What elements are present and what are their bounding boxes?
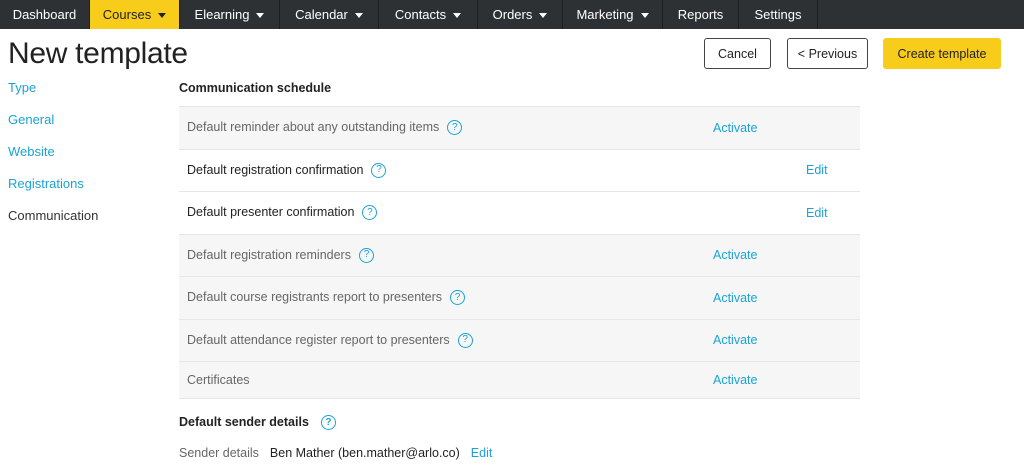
question-circle-icon[interactable]: ? xyxy=(320,415,336,431)
question-circle-icon[interactable]: ? xyxy=(457,332,473,348)
page-title: New template xyxy=(8,37,188,70)
row-label-wrapper: Certificates xyxy=(187,373,250,387)
caret-down-icon xyxy=(256,12,265,18)
previous-button[interactable]: < Previous xyxy=(787,38,868,69)
nav-item-label: Courses xyxy=(102,7,152,22)
nav-item-calendar[interactable]: Calendar xyxy=(280,0,379,29)
schedule-row: Default registration confirmation? Edit xyxy=(179,148,860,192)
sender-edit-link[interactable]: Edit xyxy=(471,446,493,460)
question-circle-icon[interactable]: ? xyxy=(449,290,465,306)
schedule-row-label: Default presenter confirmation xyxy=(187,205,355,220)
caret-down-icon xyxy=(158,12,167,18)
nav-item-label: Contacts xyxy=(394,7,447,22)
nav-item-label: Reports xyxy=(677,7,724,22)
sender-heading: Default sender details? xyxy=(179,415,336,431)
caret-down-icon xyxy=(453,12,462,18)
schedule-row-label: Default reminder about any outstanding i… xyxy=(187,120,440,135)
nav-item-label: Settings xyxy=(754,7,802,22)
nav-item-label: Dashboard xyxy=(12,7,77,22)
schedule-row-label: Certificates xyxy=(187,373,250,387)
nav-item-elearning[interactable]: Elearning xyxy=(180,0,280,29)
activate-link[interactable]: Activate xyxy=(713,121,757,135)
nav-item-courses[interactable]: Courses xyxy=(90,0,180,29)
nav-item-label: Calendar xyxy=(295,7,348,22)
activate-link[interactable]: Activate xyxy=(713,373,757,387)
schedule-row: Certificates Activate xyxy=(179,361,860,399)
caret-down-icon xyxy=(354,12,363,18)
schedule-row-label: Default course registrants report to pre… xyxy=(187,290,442,305)
nav-item-settings[interactable]: Settings xyxy=(739,0,818,29)
sidebar-item-type[interactable]: Type xyxy=(8,80,36,95)
edit-link[interactable]: Edit xyxy=(806,163,828,177)
row-label-wrapper: Default presenter confirmation? xyxy=(187,205,378,221)
sender-details: Sender details Ben Mather (ben.mather@ar… xyxy=(179,446,492,460)
nav-filler xyxy=(818,0,1024,29)
sidebar-item-website[interactable]: Website xyxy=(8,144,55,159)
question-circle-icon[interactable]: ? xyxy=(362,205,378,221)
sender-heading-label: Default sender details xyxy=(179,415,309,429)
nav-item-reports[interactable]: Reports xyxy=(663,0,739,29)
schedule-row-label: Default attendance register report to pr… xyxy=(187,332,450,347)
communication-schedule-table: Default reminder about any outstanding i… xyxy=(179,106,860,399)
edit-link[interactable]: Edit xyxy=(806,206,828,220)
nav-item-label: Orders xyxy=(492,7,533,22)
nav-item-marketing[interactable]: Marketing xyxy=(563,0,663,29)
row-label-wrapper: Default registration confirmation? xyxy=(187,162,387,178)
nav-item-orders[interactable]: Orders xyxy=(478,0,563,29)
question-circle-icon[interactable]: ? xyxy=(358,247,374,263)
schedule-row-label: Default registration reminders xyxy=(187,247,351,262)
sidebar-item-communication: Communication xyxy=(8,208,99,223)
nav-item-label: Elearning xyxy=(194,7,250,22)
question-circle-icon[interactable]: ? xyxy=(371,162,387,178)
sender-details-label: Sender details xyxy=(179,446,259,460)
caret-down-icon xyxy=(539,12,548,18)
top-nav: Dashboard Courses Elearning Calendar Con… xyxy=(0,0,1024,29)
sidebar-item-registrations[interactable]: Registrations xyxy=(8,176,84,191)
row-label-wrapper: Default course registrants report to pre… xyxy=(187,290,465,306)
create-template-button[interactable]: Create template xyxy=(883,38,1001,69)
activate-link[interactable]: Activate xyxy=(713,248,757,262)
activate-link[interactable]: Activate xyxy=(713,291,757,305)
caret-down-icon xyxy=(640,12,649,18)
sender-details-value: Ben Mather (ben.mather@arlo.co) xyxy=(269,446,460,460)
schedule-row: Default registration reminders? Activate xyxy=(179,233,860,276)
row-label-wrapper: Default registration reminders? xyxy=(187,248,374,263)
sidebar-item-general[interactable]: General xyxy=(8,112,54,127)
question-circle-icon[interactable]: ? xyxy=(447,120,463,136)
nav-item-dashboard[interactable]: Dashboard xyxy=(0,0,90,29)
schedule-row: Default course registrants report to pre… xyxy=(179,276,860,319)
schedule-row: Default reminder about any outstanding i… xyxy=(179,106,860,149)
nav-item-contacts[interactable]: Contacts xyxy=(379,0,478,29)
row-label-wrapper: Default attendance register report to pr… xyxy=(187,333,473,348)
row-label-wrapper: Default reminder about any outstanding i… xyxy=(187,120,463,136)
schedule-heading: Communication schedule xyxy=(179,81,332,95)
cancel-button[interactable]: Cancel xyxy=(704,38,771,69)
schedule-row-label: Default registration confirmation xyxy=(187,162,364,177)
nav-item-label: Marketing xyxy=(576,7,634,22)
activate-link[interactable]: Activate xyxy=(713,333,757,347)
schedule-row: Default attendance register report to pr… xyxy=(179,318,860,361)
schedule-row: Default presenter confirmation? Edit xyxy=(179,191,860,234)
